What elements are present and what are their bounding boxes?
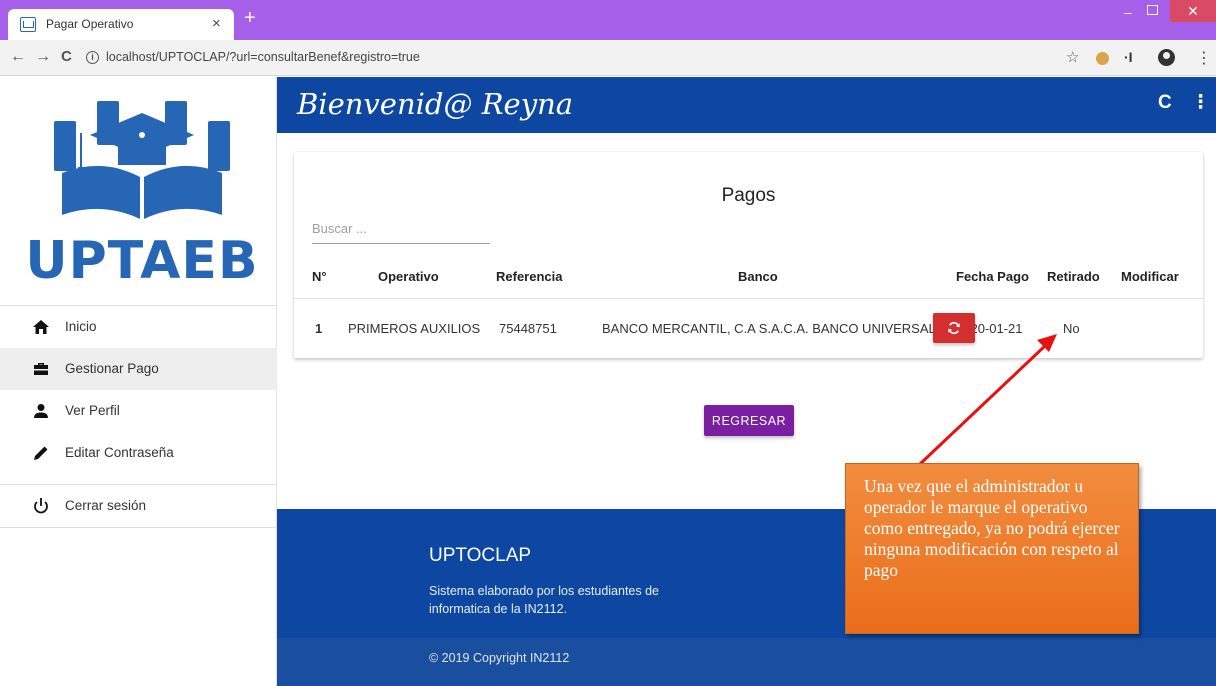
column-header-modificar: Modificar (1121, 269, 1179, 284)
browser-menu-icon[interactable]: ⋮ (1196, 48, 1212, 68)
extension-icon[interactable]: ·I (1124, 49, 1133, 65)
modify-payment-button[interactable] (933, 313, 975, 343)
pencil-icon (34, 446, 48, 460)
copyright-text: © 2019 Copyright IN2112 (429, 651, 570, 665)
column-header-retirado: Retirado (1047, 269, 1100, 284)
column-header-operativo: Operativo (378, 269, 439, 284)
sidebar-item-gestionar-pago[interactable]: Gestionar Pago (0, 348, 277, 390)
profile-avatar-icon[interactable] (1158, 49, 1175, 66)
annotation-callout: Una vez que el administrador u operador … (845, 463, 1139, 634)
table-row-divider (294, 298, 1203, 299)
column-header-banco: Banco (738, 269, 778, 284)
browser-toolbar: ← → C i localhost/UPTOCLAP/?url=consulta… (0, 40, 1216, 76)
sync-icon (948, 321, 960, 335)
window-restore-button[interactable] (1147, 5, 1158, 15)
sidebar-item-label: Ver Perfil (65, 403, 120, 418)
column-header-fecha-pago: Fecha Pago (956, 269, 1029, 284)
sidebar-item-editar-contrasena[interactable]: Editar Contraseña (0, 432, 277, 474)
cell-n: 1 (315, 321, 323, 336)
app-header: Bienvenid@ Reyna C ⋮ (277, 77, 1216, 133)
sidebar-item-label: Gestionar Pago (65, 361, 159, 376)
payments-card: Pagos N° Operativo Referencia Banco Fech… (294, 152, 1203, 358)
uptaeb-logo: UPTAEB (22, 91, 262, 291)
sidebar-item-cerrar-sesion[interactable]: Cerrar sesión (0, 485, 277, 527)
column-header-n: N° (312, 269, 327, 284)
site-info-icon[interactable]: i (86, 51, 99, 64)
menu-divider (0, 527, 277, 528)
sidebar-item-ver-perfil[interactable]: Ver Perfil (0, 390, 277, 432)
footer-description: Sistema elaborado por los estudiantes de… (429, 584, 660, 616)
sidebar-item-label: Inicio (65, 319, 97, 334)
card-title: Pagos (721, 185, 776, 206)
footer-copyright-bar: © 2019 Copyright IN2112 (277, 638, 1216, 686)
sidebar-item-label: Cerrar sesión (65, 498, 147, 513)
sidebar-item-label: Editar Contraseña (65, 445, 174, 460)
refresh-icon[interactable]: C (1158, 92, 1172, 114)
cell-retirado: No (1063, 321, 1080, 336)
column-header-referencia: Referencia (496, 269, 563, 284)
forward-arrow-icon[interactable]: → (35, 49, 51, 65)
regresar-button[interactable]: REGRESAR (704, 405, 794, 436)
window-close-button[interactable]: ✕ (1170, 0, 1216, 22)
briefcase-icon (34, 363, 48, 375)
person-icon (34, 404, 48, 418)
welcome-title: Bienvenid@ Reyna (297, 87, 574, 121)
more-vert-icon[interactable]: ⋮ (1191, 91, 1210, 114)
back-arrow-icon[interactable]: ← (10, 49, 26, 65)
footer-title: UPTOCLAP (429, 545, 532, 566)
site-favicon-icon (20, 17, 36, 32)
tab-title: Pagar Operativo (46, 17, 134, 31)
reload-icon[interactable]: C (61, 49, 72, 65)
cell-banco: BANCO MERCANTIL, C.A S.A.C.A. BANCO UNIV… (602, 321, 936, 336)
browser-tab-bar: Pagar Operativo × + – ✕ (0, 0, 1216, 40)
cell-referencia: 75448751 (499, 321, 557, 336)
annotation-arrow-line (918, 343, 1048, 466)
address-bar-url[interactable]: localhost/UPTOCLAP/?url=consultarBenef&r… (106, 50, 420, 64)
home-icon (33, 320, 49, 334)
graduation-book-logo-icon (54, 101, 230, 219)
new-tab-button[interactable]: + (244, 8, 256, 28)
cell-operativo: PRIMEROS AUXILIOS (348, 321, 481, 336)
browser-tab[interactable]: Pagar Operativo × (8, 9, 234, 40)
bookmark-star-icon[interactable]: ☆ (1066, 48, 1079, 66)
window-minimize-button[interactable]: – (1124, 4, 1132, 20)
sidebar: UPTAEB Inicio Gestionar Pago Ver Perfil … (0, 77, 277, 686)
sidebar-item-inicio[interactable]: Inicio (0, 306, 277, 348)
logo-text: UPTAEB (25, 231, 259, 291)
tab-close-icon[interactable]: × (212, 15, 221, 32)
power-icon (34, 498, 48, 514)
search-input[interactable] (312, 214, 490, 244)
cookie-extension-icon[interactable] (1096, 52, 1109, 65)
